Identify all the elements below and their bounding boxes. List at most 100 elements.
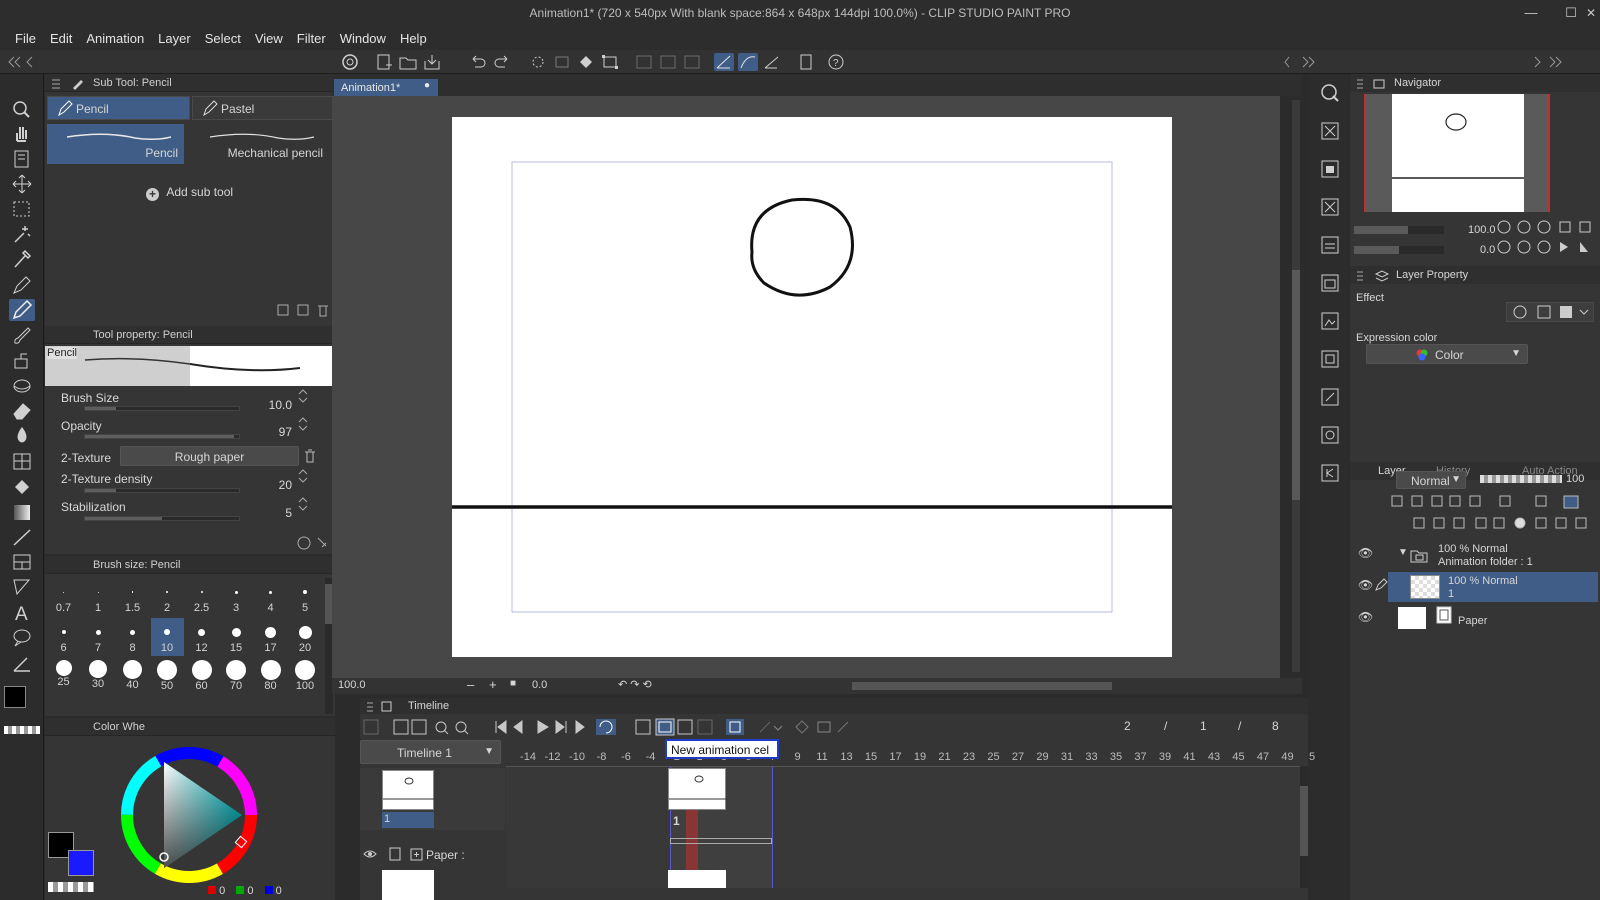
timeline-vscrollbar[interactable] (1300, 766, 1308, 888)
undo-icon[interactable] (468, 53, 488, 71)
layer-row-animation-folder[interactable]: 👁 ▼ 100 % Normal Animation folder : 1 (1350, 540, 1600, 570)
brush-size-preset-12[interactable]: 12 (185, 618, 218, 656)
texture-select[interactable]: Rough paper (120, 446, 299, 466)
main-color-swatch[interactable] (4, 686, 26, 708)
brush-size-preset-5[interactable]: 5 (289, 578, 322, 616)
brush-size-preset-15[interactable]: 15 (220, 618, 253, 656)
text-tool-icon[interactable]: A (9, 601, 35, 623)
brush-size-preset-20[interactable]: 20 (289, 618, 322, 656)
clear-outside-icon[interactable] (552, 53, 572, 71)
frame-start[interactable]: 1 (1200, 719, 1207, 733)
move-layer-icon[interactable] (9, 173, 35, 195)
transform-icon[interactable] (600, 53, 620, 71)
redo-icon[interactable] (492, 53, 512, 71)
snap-special-ruler-icon[interactable] (714, 53, 734, 71)
menu-window[interactable]: Window (333, 31, 393, 46)
pencil-tool-icon[interactable] (9, 299, 35, 321)
rotation-value[interactable]: 0.0 (532, 679, 547, 691)
texture-density-slider[interactable] (84, 488, 240, 493)
layer-opacity-slider[interactable] (1480, 475, 1562, 483)
canvas-vscrollbar[interactable] (1292, 100, 1300, 672)
track-animation-folder[interactable]: 1 (360, 768, 505, 830)
frame-end[interactable]: 8 (1272, 719, 1279, 733)
ruler-tool-icon[interactable] (9, 576, 35, 598)
material-icon-1[interactable] (1319, 120, 1341, 142)
zoom-tool-icon[interactable] (9, 98, 35, 120)
brush-tool-icon[interactable] (9, 324, 35, 346)
figure-tool-icon[interactable] (9, 526, 35, 548)
rotate-icons[interactable]: ↶ ↷ ⟲ (618, 678, 652, 691)
menu-layer[interactable]: Layer (151, 31, 198, 46)
brush-size-preset-1[interactable]: 1 (82, 578, 115, 616)
material-icon-5[interactable] (1319, 272, 1341, 294)
frame-grid[interactable] (506, 766, 1300, 888)
menu-animation[interactable]: Animation (79, 31, 151, 46)
navigator-preview[interactable] (1364, 94, 1550, 212)
layer-toolbar-icons[interactable] (1386, 494, 1598, 538)
clip-studio-icon[interactable] (340, 53, 360, 71)
brush-size-preset-2[interactable]: 2 (151, 578, 184, 616)
operation-tool-icon[interactable] (9, 148, 35, 170)
brush-size-preset-3[interactable]: 3 (220, 578, 253, 616)
material-icon-9[interactable] (1319, 424, 1341, 446)
zoom-value[interactable]: 100.0 (338, 679, 366, 691)
document-tab-close-icon[interactable]: ● (424, 80, 430, 91)
auto-select-icon[interactable] (9, 223, 35, 245)
collapse-far-right-icon[interactable] (1530, 56, 1600, 68)
layer-row-cel-1[interactable]: 100 % Normal 1 (1388, 572, 1598, 602)
stabilization-value[interactable]: 5 (262, 506, 292, 520)
brush-size-preset-0-7[interactable]: 0.7 (47, 578, 80, 616)
menu-file[interactable]: File (8, 31, 43, 46)
visibility-eye-icon[interactable]: 👁 (1358, 546, 1373, 560)
fill-icon[interactable] (576, 53, 596, 71)
layer-property-tab[interactable]: Layer Property (1350, 266, 1600, 284)
snap-curve-icon[interactable] (738, 53, 758, 71)
navigator-rotation-slider[interactable] (1354, 246, 1444, 254)
snap-ruler-icon[interactable] (658, 53, 678, 71)
document-tab[interactable]: Animation1* ● (334, 79, 438, 97)
maximize-button[interactable]: ☐ (1562, 4, 1580, 22)
tablet-icon[interactable] (796, 53, 816, 71)
brush-size-preset-1-5[interactable]: 1.5 (116, 578, 149, 616)
brush-size-preset-8[interactable]: 8 (116, 618, 149, 656)
stabilization-slider[interactable] (84, 516, 240, 521)
brush-size-preset-50[interactable]: 50 (151, 658, 184, 696)
frame-current[interactable]: 2 (1124, 719, 1131, 733)
brush-size-preset-30[interactable]: 30 (82, 658, 115, 696)
menu-help[interactable]: Help (393, 31, 434, 46)
brush-size-preset-60[interactable]: 60 (185, 658, 218, 696)
layer-row-paper[interactable]: 👁 Paper (1350, 604, 1600, 634)
tool-property-actions-icon[interactable] (296, 535, 336, 551)
transparent-color-swatch[interactable] (4, 726, 40, 734)
gradient-tool-icon[interactable] (9, 501, 35, 523)
material-icon-8[interactable] (1319, 386, 1341, 408)
eraser-tool-icon[interactable] (9, 399, 35, 421)
folder-expand-icon[interactable]: ▼ (1398, 547, 1408, 558)
spinner-icons[interactable] (296, 388, 310, 518)
material-icon-4[interactable] (1319, 234, 1341, 256)
transparent-chip[interactable] (48, 882, 94, 892)
selection-tool-icon[interactable] (9, 198, 35, 220)
open-file-icon[interactable] (398, 53, 418, 71)
navigator-tab[interactable]: Navigator (1350, 74, 1600, 92)
close-button[interactable]: ✕ (1582, 4, 1600, 22)
brush-size-preset-2-5[interactable]: 2.5 (185, 578, 218, 616)
minimize-button[interactable]: — (1522, 4, 1540, 22)
save-icon[interactable] (422, 53, 442, 71)
brush-size-preset-4[interactable]: 4 (254, 578, 287, 616)
fill-tool-icon[interactable] (9, 450, 35, 472)
material-icon-3[interactable] (1319, 196, 1341, 218)
airbrush-icon[interactable] (9, 349, 35, 371)
navigator-zoom-slider[interactable] (1354, 226, 1444, 234)
search-icon[interactable] (1319, 82, 1341, 104)
visibility-eye-icon-2[interactable]: 👁 (1358, 578, 1373, 592)
panel-menu-icon[interactable] (51, 78, 85, 90)
zoom-out-icon[interactable]: – (467, 677, 474, 692)
pen-tool-icon[interactable] (9, 274, 35, 296)
brush-size-preset-70[interactable]: 70 (220, 658, 253, 696)
brush-size-preset-6[interactable]: 6 (47, 618, 80, 656)
menu-view[interactable]: View (248, 31, 290, 46)
color-wheel[interactable] (118, 744, 260, 886)
brush-size-preset-7[interactable]: 7 (82, 618, 115, 656)
clear-icon[interactable] (528, 53, 548, 71)
